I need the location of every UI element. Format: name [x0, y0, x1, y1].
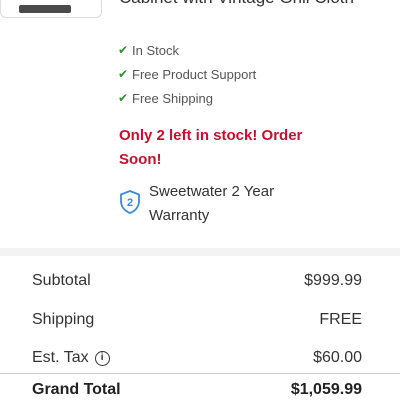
shipping-value: FREE: [319, 310, 362, 328]
feature-label: In Stock: [132, 42, 179, 58]
feature-in-stock: ✔ In Stock: [116, 38, 256, 62]
subtotal-label: Subtotal: [32, 272, 91, 290]
section-divider: [0, 248, 400, 256]
grand-total-label: Grand Total: [32, 381, 121, 398]
feature-label: Free Shipping: [132, 90, 213, 106]
tax-row: Est. Tax i $60.00: [32, 339, 362, 378]
product-image: [19, 5, 71, 13]
subtotal-row: Subtotal $999.99: [32, 262, 362, 301]
shipping-row: Shipping FREE: [32, 301, 362, 340]
subtotal-value: $999.99: [304, 272, 362, 290]
tax-label: Est. Tax: [32, 349, 89, 367]
info-icon[interactable]: i: [94, 350, 110, 366]
feature-list: ✔ In Stock ✔ Free Product Support ✔ Free…: [116, 38, 256, 110]
warranty-link[interactable]: 2 Sweetwater 2 Year Warranty: [119, 180, 309, 228]
feature-product-support: ✔ Free Product Support: [116, 62, 256, 86]
product-title[interactable]: Cabinet with Vintage Grill Cloth: [119, 0, 389, 10]
order-summary: Subtotal $999.99 Shipping FREE Est. Tax …: [32, 262, 362, 378]
stock-alert: Only 2 left in stock! Order Soon!: [119, 127, 303, 168]
product-thumbnail[interactable]: [0, 0, 102, 18]
checkmark-icon: ✔: [117, 67, 129, 81]
checkmark-icon: ✔: [117, 43, 129, 57]
warranty-shield-icon: 2: [120, 190, 140, 214]
checkmark-icon: ✔: [117, 91, 129, 105]
shipping-label: Shipping: [32, 310, 95, 328]
feature-free-shipping: ✔ Free Shipping: [116, 86, 256, 110]
warranty-label: Sweetwater 2 Year Warranty: [149, 183, 275, 224]
grand-total-row: Grand Total $1,059.99: [32, 381, 362, 399]
feature-label: Free Product Support: [132, 66, 257, 82]
warranty-badge: 2: [127, 197, 133, 209]
total-divider: [0, 373, 400, 374]
tax-value: $60.00: [313, 349, 362, 367]
grand-total-value: $1,059.99: [290, 381, 362, 398]
tax-label-group: Est. Tax i: [32, 349, 110, 367]
